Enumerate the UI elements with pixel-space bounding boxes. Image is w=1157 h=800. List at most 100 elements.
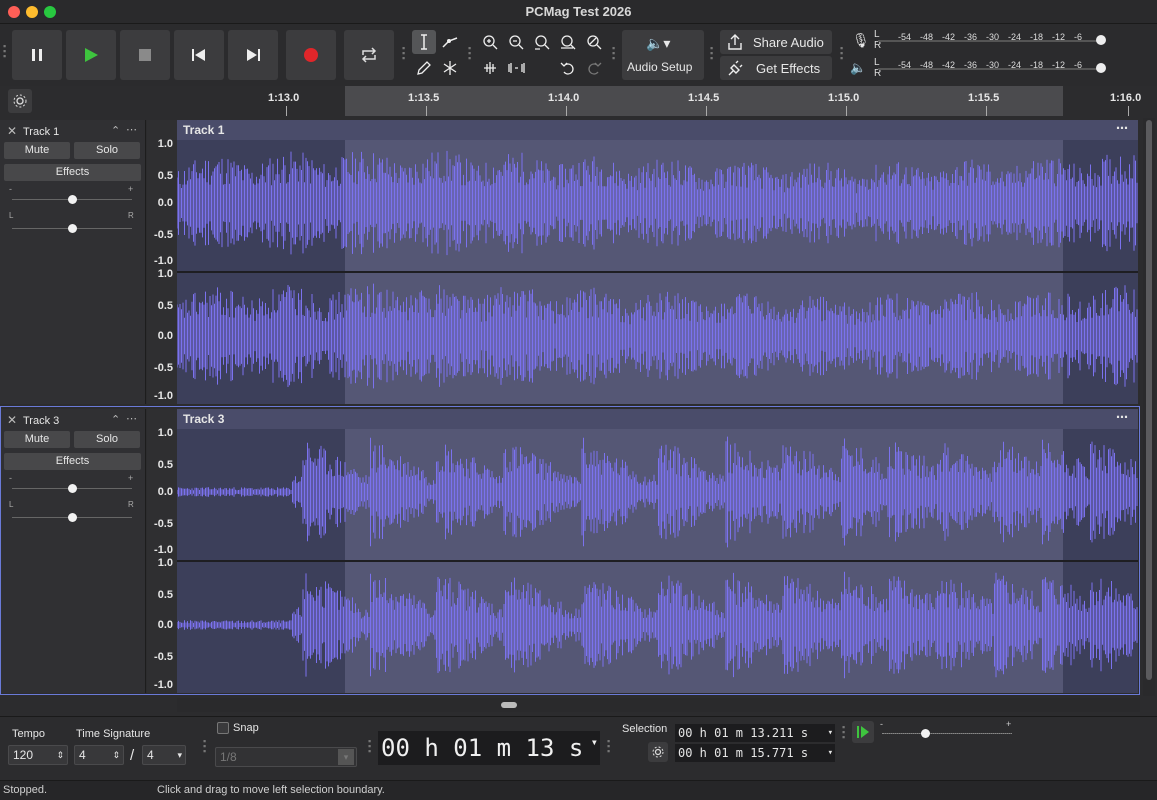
- scale-label: 0.5: [157, 300, 173, 312]
- close-track-icon[interactable]: ✕: [7, 124, 17, 138]
- share-audio-button[interactable]: Share Audio: [720, 30, 832, 54]
- snap-label: Snap: [233, 722, 259, 734]
- skip-end-icon: [247, 49, 260, 61]
- track-1-name[interactable]: Track 1: [23, 126, 59, 138]
- envelope-tool[interactable]: [438, 30, 462, 54]
- ruler-tick-label: 1:13.0: [268, 92, 300, 104]
- play-at-speed-button[interactable]: [852, 721, 874, 743]
- skip-to-start-button[interactable]: [174, 30, 224, 80]
- zoom-in-button[interactable]: [478, 30, 502, 54]
- collapse-track-icon[interactable]: ⌃: [111, 413, 120, 426]
- undo-button[interactable]: [556, 56, 580, 80]
- time-grip[interactable]: ▪ ▪ ▪: [368, 737, 372, 756]
- timeline-settings-button[interactable]: [8, 89, 32, 113]
- status-text: Stopped.: [3, 784, 48, 796]
- track-1-waveform[interactable]: [177, 140, 1138, 404]
- play-button[interactable]: [66, 30, 116, 80]
- multi-tool[interactable]: [438, 56, 462, 80]
- track-menu-icon[interactable]: ⋯: [126, 412, 137, 425]
- play-icon: [85, 48, 98, 62]
- chevron-down-icon[interactable]: ▾: [828, 744, 833, 762]
- skip-to-end-button[interactable]: [228, 30, 278, 80]
- clip-menu-icon[interactable]: ⋯: [1116, 410, 1128, 424]
- meter-tick-label: -18: [1030, 32, 1044, 42]
- chevron-down-icon[interactable]: ▾: [338, 749, 354, 765]
- recording-volume-knob[interactable]: [1096, 35, 1106, 45]
- track-1-solo-button[interactable]: Solo: [74, 142, 140, 159]
- track-1-mute-button[interactable]: Mute: [4, 142, 70, 159]
- track-menu-icon[interactable]: ⋯: [126, 123, 137, 136]
- speed-min-label: -: [880, 719, 883, 729]
- play-at-speed-grip[interactable]: ▪ ▪ ▪: [842, 723, 846, 742]
- track-1-gain-thumb[interactable]: [68, 195, 77, 204]
- get-effects-button[interactable]: Get Effects: [720, 56, 832, 80]
- vertical-scroll-thumb[interactable]: [1146, 120, 1152, 680]
- stepper-icon[interactable]: ⇕: [112, 746, 120, 764]
- redo-button[interactable]: [582, 56, 606, 80]
- time-signature-numerator[interactable]: 4 ⇕: [74, 745, 124, 765]
- fit-selection-button[interactable]: [530, 30, 554, 54]
- time-display-value: 00 h 01 m 13 s: [381, 734, 584, 762]
- zoom-out-button[interactable]: [504, 30, 528, 54]
- snap-checkbox[interactable]: [217, 722, 229, 734]
- track-1-clip-name: Track 1: [183, 123, 225, 137]
- track-3-name[interactable]: Track 3: [23, 415, 59, 427]
- collapse-track-icon[interactable]: ⌃: [111, 124, 120, 137]
- meter-tick-label: -42: [942, 60, 956, 70]
- playback-volume-knob[interactable]: [1096, 63, 1106, 73]
- chevron-down-icon[interactable]: ▾: [828, 724, 833, 742]
- snap-select[interactable]: 1/8 ▾: [215, 747, 357, 767]
- draw-tool[interactable]: [412, 56, 436, 80]
- fit-project-button[interactable]: [556, 30, 580, 54]
- track-3-pan-thumb[interactable]: [68, 513, 77, 522]
- selection-tool[interactable]: [412, 30, 436, 54]
- time-signature-denominator[interactable]: 4 ▾: [142, 745, 186, 765]
- selection-grip[interactable]: ▪ ▪ ▪: [607, 737, 611, 756]
- track-3-gain-thumb[interactable]: [68, 484, 77, 493]
- meter-tick-label: -6: [1074, 60, 1083, 70]
- vertical-scrollbar[interactable]: [1143, 118, 1155, 696]
- track-3-waveform[interactable]: [177, 429, 1138, 693]
- horizontal-scrollbar[interactable]: [177, 698, 1140, 712]
- toolbar-grip[interactable]: ▪ ▪ ▪: [3, 42, 7, 61]
- track-3-effects-button[interactable]: Effects: [4, 453, 141, 470]
- pause-button[interactable]: [12, 30, 62, 80]
- record-button[interactable]: [286, 30, 336, 80]
- chevron-down-icon[interactable]: ▾: [591, 725, 598, 759]
- zoom-toggle-button[interactable]: [582, 30, 606, 54]
- audio-setup-button[interactable]: 🔈▾ Audio Setup: [622, 30, 704, 80]
- selection-settings-button[interactable]: [648, 742, 668, 762]
- loop-button[interactable]: [344, 30, 394, 80]
- horizontal-scroll-thumb[interactable]: [501, 702, 517, 708]
- selection-end-field[interactable]: 00 h 01 m 15.771 s ▾: [675, 744, 835, 762]
- chevron-down-icon[interactable]: ▾: [177, 746, 182, 764]
- clip-menu-icon[interactable]: ⋯: [1116, 121, 1128, 135]
- trim-audio-icon: [484, 62, 496, 74]
- recording-meter[interactable]: L R -54 -48 -42 -36 -30 -24 -18 -12 -6: [874, 29, 1114, 53]
- audio-setup-grip[interactable]: ▪ ▪ ▪: [612, 44, 616, 63]
- track-1-pan-thumb[interactable]: [68, 224, 77, 233]
- timeline-ruler[interactable]: 1:13.0 1:13.5 1:14.0 1:14.5 1:15.0 1:15.5 1:16…: [0, 86, 1157, 116]
- selection-start-field[interactable]: 00 h 01 m 13.211 s ▾: [675, 724, 835, 742]
- stepper-icon[interactable]: ⇕: [56, 746, 64, 764]
- time-display[interactable]: 00 h 01 m 13 s ▾: [378, 731, 600, 765]
- stop-button[interactable]: [120, 30, 170, 80]
- trim-button[interactable]: [478, 56, 502, 80]
- tools-grip[interactable]: ▪ ▪ ▪: [402, 44, 406, 63]
- silence-button[interactable]: [504, 56, 528, 80]
- track-3-clip-header[interactable]: Track 3 ⋯: [177, 409, 1138, 429]
- track-3-mute-button[interactable]: Mute: [4, 431, 70, 448]
- track-1-clip-header[interactable]: Track 1 ⋯: [177, 120, 1138, 140]
- playback-meter[interactable]: L R -54 -48 -42 -36 -30 -24 -18 -12 -6: [874, 57, 1114, 81]
- playback-speed-slider[interactable]: [882, 733, 1012, 734]
- close-track-icon[interactable]: ✕: [7, 413, 17, 427]
- track-1-effects-button[interactable]: Effects: [4, 164, 141, 181]
- share-grip[interactable]: ▪ ▪ ▪: [710, 44, 714, 63]
- meter-grip[interactable]: ▪ ▪ ▪: [840, 44, 844, 63]
- playback-speed-thumb[interactable]: [921, 729, 930, 738]
- tempo-input[interactable]: 120 ⇕: [8, 745, 68, 765]
- track-3-solo-button[interactable]: Solo: [74, 431, 140, 448]
- share-audio-label: Share Audio: [753, 35, 824, 50]
- edit-grip[interactable]: ▪ ▪ ▪: [468, 44, 472, 63]
- snap-grip[interactable]: ▪ ▪ ▪: [203, 737, 207, 756]
